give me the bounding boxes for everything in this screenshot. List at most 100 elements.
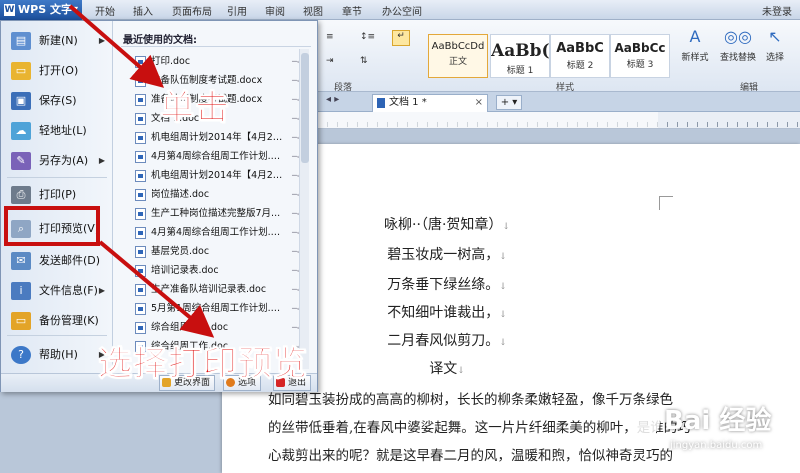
doc-file-icon [135,208,146,220]
tab-home[interactable]: 开始 [95,3,115,18]
style-heading-2[interactable]: AaBbC 标题 2 [550,34,610,78]
print-preview-highlight [4,206,100,246]
show-marks-icon[interactable]: ↵ [392,30,410,46]
recent-document-item[interactable]: 机电组周计划2014年【4月21... ─◁ [135,167,303,185]
callout-select-print-preview: 选择打印预览 [98,344,308,385]
doc-file-icon [135,227,146,239]
recent-document-item[interactable]: 培训记录表.doc ─◁ [135,262,303,280]
new-style-icon: A [689,27,701,46]
tab-references[interactable]: 引用 [227,3,247,18]
recent-document-item[interactable]: 综合组周工作.doc ─◁ [135,319,303,337]
horizontal-ruler[interactable] [318,112,800,129]
indent-icon[interactable]: ⇥ [326,56,334,66]
chevron-down-icon: ▼ [71,5,78,14]
menu-help[interactable]: ? 帮助(H) ▶ [3,341,109,369]
menu-backup-manager[interactable]: ▭ 备份管理(K) [3,307,109,335]
menu-save-as[interactable]: ✎ 另存为(A) ▶ [3,147,109,175]
recent-document-item[interactable]: 5月第1周综合组周工作计划.d... ─◁ [135,300,303,318]
document-icon [377,98,385,108]
tab-review[interactable]: 审阅 [265,3,285,18]
doc-file-icon [135,322,146,334]
paragraph-line: 心裁剪出来的呢？就是这早春二月的风，温暖和煦，恰似神奇灵巧的 [268,448,673,464]
document-tab-bar: ◂ ▸ 文档 1 * × + ▾ [318,92,800,112]
help-icon: ? [11,346,31,364]
doc-file-icon [135,56,146,68]
recent-document-item[interactable]: 岗位描述.doc ─◁ [135,186,303,204]
printer-icon: ⎙ [11,186,31,204]
doc-file-icon [135,246,146,258]
recent-documents-title: 最近使用的文档: [123,35,197,46]
chevron-right-icon: ▶ [98,156,105,165]
chevron-right-icon: ▶ [98,36,105,45]
recent-document-item[interactable]: 生产准备队培训记录表.doc ─◁ [135,281,303,299]
doc-file-icon [135,94,146,106]
tab-insert[interactable]: 插入 [133,3,153,18]
tab-chapter[interactable]: 章节 [342,3,362,18]
backup-folder-icon: ▭ [11,312,31,330]
doc-file-icon [135,75,146,87]
recent-document-item[interactable]: 生产工种岗位描述完整版7月... ─◁ [135,205,303,223]
tab-office-space[interactable]: 办公空间 [382,3,422,18]
style-heading-1[interactable]: AaBb( 标题 1 [490,34,550,78]
select-button[interactable]: ↖ 选择 [762,27,788,64]
menu-file-info[interactable]: i 文件信息(F) ▶ [3,277,109,305]
find-replace-button[interactable]: ◎◎ 查找替换 [718,27,758,64]
doc-file-icon [135,132,146,144]
menu-send-email[interactable]: ✉ 发送邮件(D) [3,247,109,275]
recent-document-item[interactable]: 4月第4周综合组周工作计划.d... ─◁ [135,148,303,166]
doc-file-icon [135,265,146,277]
style-heading-3[interactable]: AaBbCc 标题 3 [610,34,670,78]
save-as-icon: ✎ [11,152,31,170]
new-document-icon: ▤ [11,32,31,50]
new-style-button[interactable]: A 新样式 [680,27,710,64]
menu-save[interactable]: ▣ 保存(S) [3,87,109,115]
menu-open[interactable]: ▭ 打开(O) [3,57,109,85]
file-info-icon: i [11,282,31,300]
doc-file-icon [135,189,146,201]
wps-menu-button[interactable]: W WPS 文字 ▼ [0,0,82,20]
close-icon[interactable]: × [475,95,483,111]
tab-view[interactable]: 视图 [303,3,323,18]
style-normal[interactable]: AaBbCcDd 正文 [428,34,488,78]
baidu-jingyan-watermark: Bai 经验 jingyan.baidu.com [630,400,800,473]
menu-separator [7,335,107,336]
recent-document-item[interactable]: 打印.doc ─◁ [135,53,303,71]
cursor-icon: ↖ [768,27,782,46]
menu-new[interactable]: ▤ 新建(N) ▶ [3,27,109,55]
title-bar: W WPS 文字 ▼ 开始 插入 页面布局 引用 审阅 视图 章节 办公空间 未… [0,0,800,20]
baidu-paw-icon [630,406,660,437]
page-corner-mark [659,196,673,210]
doc-file-icon [135,284,146,296]
doc-file-icon [135,113,146,125]
binoculars-icon: ◎◎ [724,27,752,46]
recent-document-item[interactable]: 4月第4周综合组周工作计划.d... ─◁ [135,224,303,242]
menu-print[interactable]: ⎙ 打印(P) [3,181,109,209]
menu-command-list: ▤ 新建(N) ▶ ▭ 打开(O) ▣ 保存(S) ☁ 轻地址(L) ✎ 另存为… [1,21,113,373]
recent-document-item[interactable]: 基层党员.doc ─◁ [135,243,303,261]
tab-nav-arrows[interactable]: ◂ ▸ [326,94,339,105]
doc-file-icon [135,151,146,163]
recent-divider [121,46,311,47]
recent-list-scrollbar[interactable] [299,49,309,369]
mail-icon: ✉ [11,252,31,270]
save-icon: ▣ [11,92,31,110]
align-center-icon[interactable]: ≡ [326,32,334,42]
chevron-right-icon: ▶ [98,286,105,295]
login-status[interactable]: 未登录 [762,3,792,18]
line-spacing-icon[interactable]: ↕≡ [360,32,375,42]
callout-click: 单击 [160,88,230,129]
cloud-share-icon: ☁ [11,122,31,140]
new-tab-button[interactable]: + ▾ [496,95,522,110]
sort-icon[interactable]: ⇅ [360,56,368,66]
menu-separator [7,177,107,178]
paragraph-line: 的丝带低垂着,在春风中婆娑起舞。这一片片纤细柔美的柳叶，是谁的巧 [268,420,691,436]
paragraph-line: 如同碧玉装扮成的高高的柳树，长长的柳条柔嫩轻盈，像千万条绿色 [268,392,673,408]
wps-logo-icon: W [4,4,15,16]
recent-document-item[interactable]: 机电组周计划2014年【4月21... ─◁ [135,129,303,147]
doc-file-icon [135,303,146,315]
menu-light-address[interactable]: ☁ 轻地址(L) [3,117,109,145]
doc-file-icon [135,170,146,182]
tab-document-1[interactable]: 文档 1 * × [372,94,488,112]
scrollbar-thumb[interactable] [301,53,309,163]
tab-page-layout[interactable]: 页面布局 [172,3,212,18]
